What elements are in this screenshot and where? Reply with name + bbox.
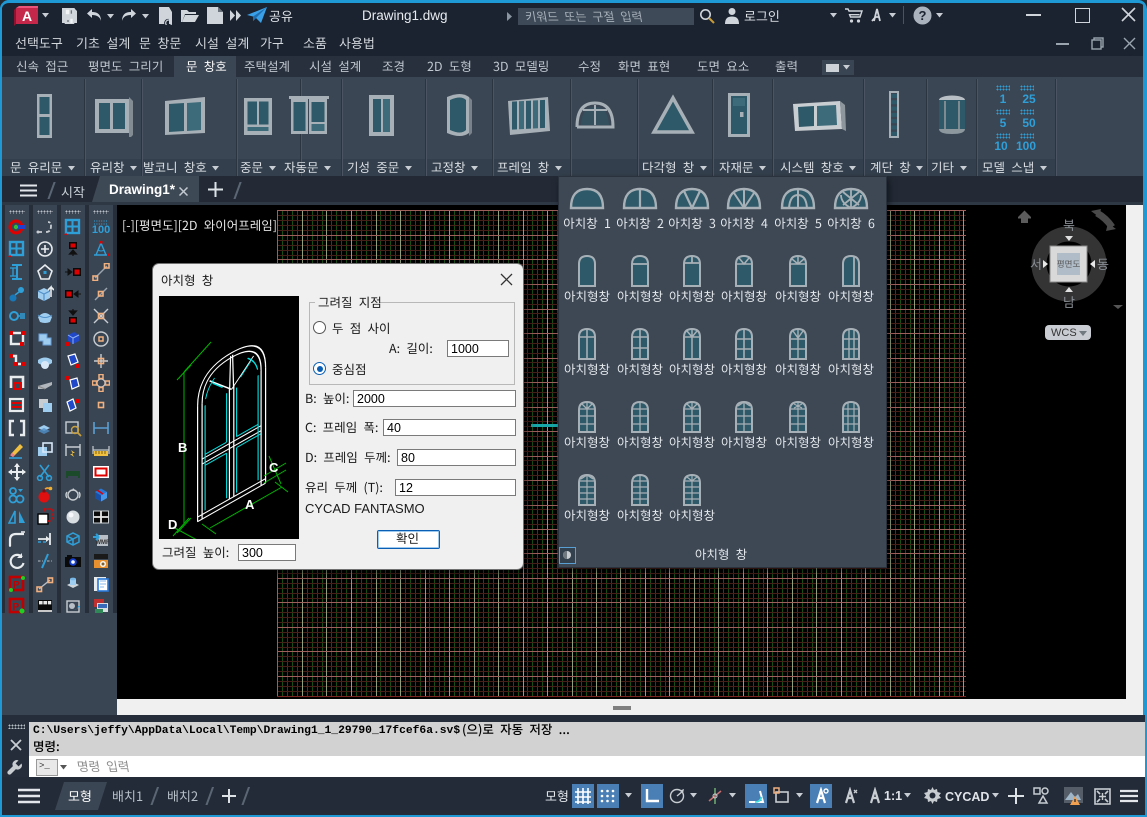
svg-text:D: D	[168, 517, 177, 532]
svg-text:B: B	[178, 440, 187, 455]
svg-text:C: C	[269, 460, 279, 475]
svg-text:A: A	[245, 497, 255, 512]
svg-text:A: A	[22, 8, 32, 24]
svg-text:P: P	[13, 580, 20, 591]
svg-text:?: ?	[919, 8, 927, 23]
svg-text:100: 100	[92, 224, 110, 236]
svg-text:WMF: WMF	[95, 540, 110, 546]
svg-text:P: P	[13, 602, 20, 613]
